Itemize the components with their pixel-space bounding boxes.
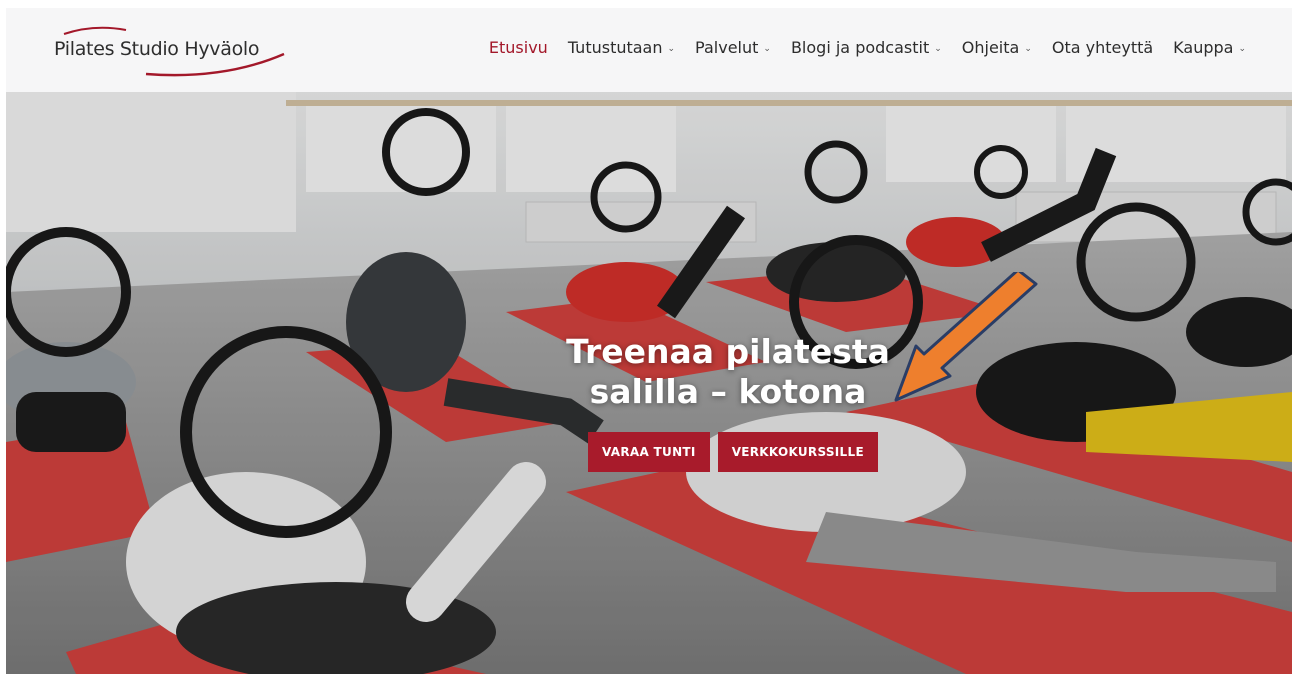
nav-item-label: Etusivu bbox=[488, 38, 548, 57]
nav-item-label: Kauppa bbox=[1173, 38, 1234, 57]
nav-item-ota-yhteytta[interactable]: Ota yhteyttä bbox=[1042, 38, 1163, 57]
site-logo[interactable]: Pilates Studio Hyväolo bbox=[54, 20, 294, 82]
arrow-icon bbox=[894, 272, 1038, 402]
logo-text: Pilates Studio Hyväolo bbox=[54, 38, 260, 60]
nav-item-etusivu[interactable]: Etusivu bbox=[479, 38, 558, 57]
nav-item-label: Blogi ja podcastit bbox=[790, 38, 930, 57]
main-navigation: Etusivu Tutustutaan ⌄ Palvelut ⌄ Blogi j… bbox=[479, 38, 1256, 57]
nav-item-label: Ota yhteyttä bbox=[1051, 38, 1154, 57]
hero-actions: VARAA TUNTI VERKKOKURSSILLE bbox=[588, 432, 878, 472]
chevron-down-icon: ⌄ bbox=[934, 43, 942, 54]
hero-title-line1: Treenaa pilatesta bbox=[566, 332, 890, 371]
chevron-down-icon: ⌄ bbox=[1238, 43, 1246, 54]
nav-item-label: Ohjeita bbox=[961, 38, 1020, 57]
nav-item-label: Palvelut bbox=[695, 38, 759, 57]
nav-item-ohjeita[interactable]: Ohjeita ⌄ bbox=[952, 38, 1042, 57]
nav-item-kauppa[interactable]: Kauppa ⌄ bbox=[1163, 38, 1256, 57]
hero-title: Treenaa pilatesta salilla – kotona bbox=[6, 332, 1292, 412]
hero-banner: Treenaa pilatesta salilla – kotona VARAA… bbox=[6, 92, 1292, 674]
nav-item-label: Tutustutaan bbox=[567, 38, 663, 57]
hero-title-line2: salilla – kotona bbox=[589, 372, 867, 411]
nav-item-palvelut[interactable]: Palvelut ⌄ bbox=[685, 38, 781, 57]
online-courses-button[interactable]: VERKKOKURSSILLE bbox=[717, 432, 878, 472]
book-class-button[interactable]: VARAA TUNTI bbox=[588, 432, 710, 472]
chevron-down-icon: ⌄ bbox=[1024, 43, 1032, 54]
chevron-down-icon: ⌄ bbox=[763, 43, 771, 54]
nav-item-blogi[interactable]: Blogi ja podcastit ⌄ bbox=[781, 38, 952, 57]
nav-item-tutustutaan[interactable]: Tutustutaan ⌄ bbox=[558, 38, 685, 57]
site-header: Pilates Studio Hyväolo Etusivu Tutustuta… bbox=[6, 8, 1292, 92]
chevron-down-icon: ⌄ bbox=[667, 43, 676, 54]
